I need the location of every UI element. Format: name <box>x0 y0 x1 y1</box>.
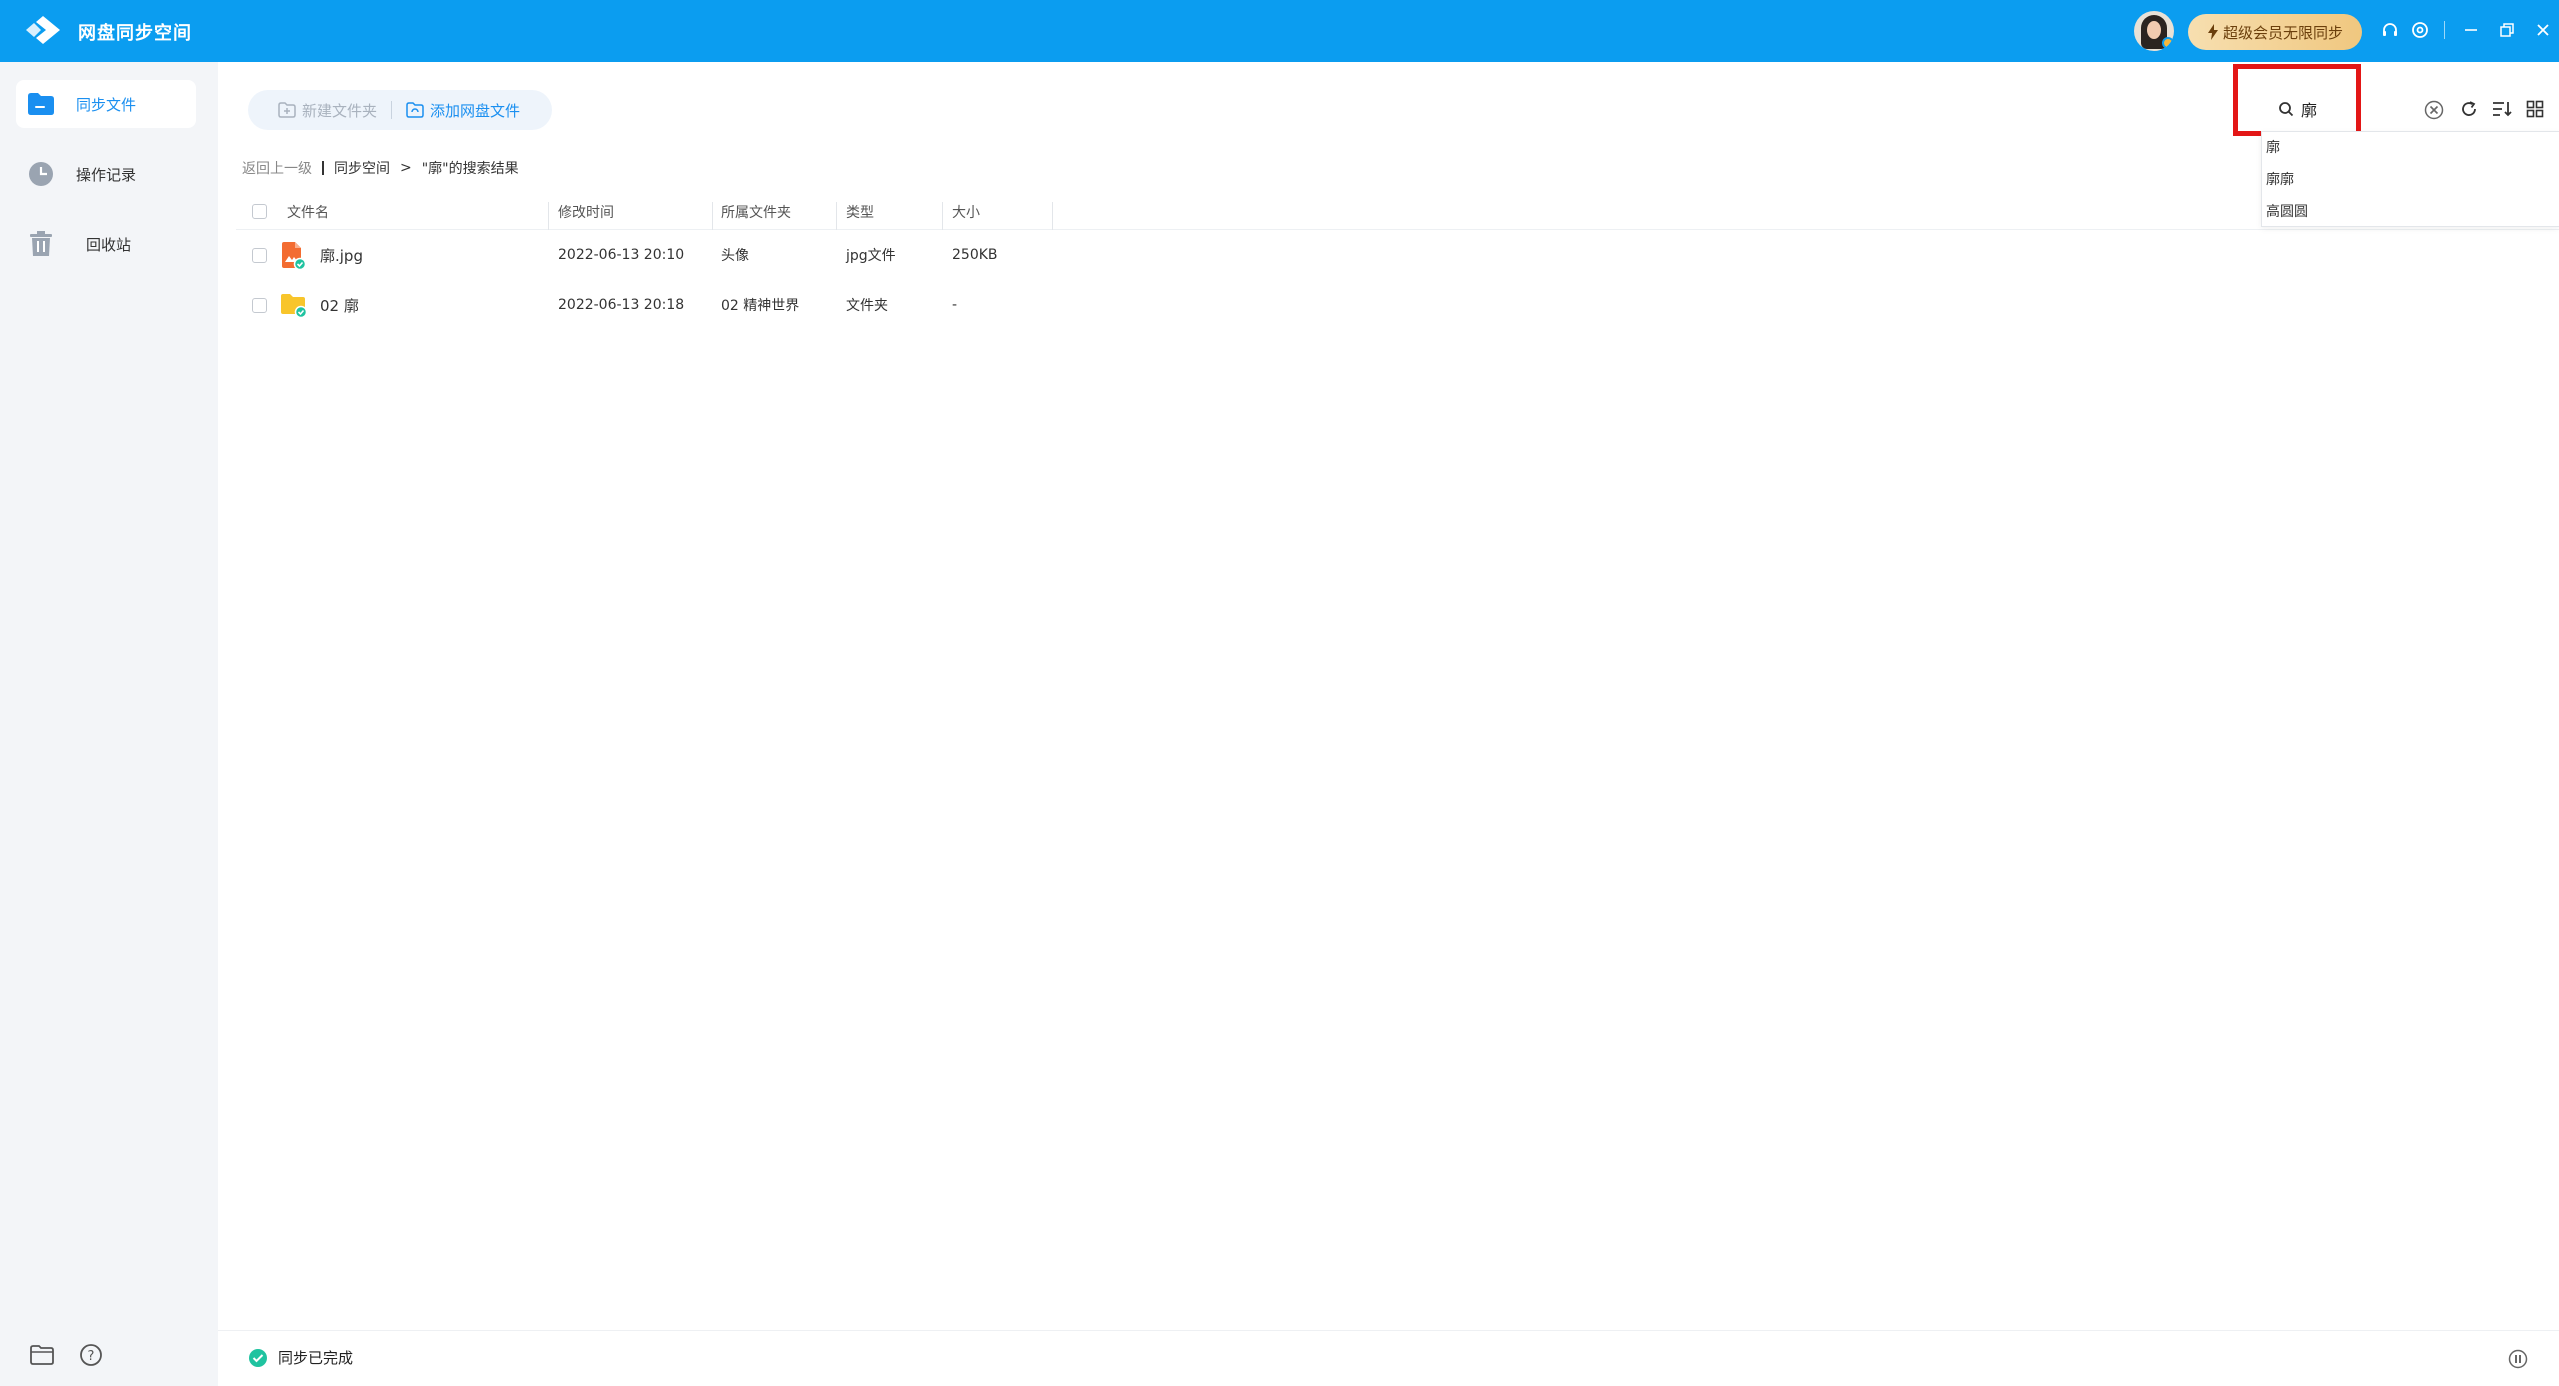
sort-icon[interactable] <box>2492 100 2512 122</box>
app-title: 网盘同步空间 <box>78 23 192 44</box>
column-divider[interactable] <box>942 202 943 230</box>
table-row[interactable]: 廓.jpg 2022-06-13 20:10 头像 jpg文件 250KB <box>236 230 2559 280</box>
help-icon[interactable]: ? <box>80 1344 102 1370</box>
breadcrumb-divider <box>322 161 324 175</box>
column-header-size[interactable]: 大小 <box>952 194 980 229</box>
trash-icon <box>26 229 56 259</box>
file-name[interactable]: 02 廓 <box>320 280 359 330</box>
sync-complete-icon <box>249 1348 267 1367</box>
column-divider[interactable] <box>548 202 549 230</box>
close-icon[interactable] <box>2529 16 2557 44</box>
breadcrumb-arrow: > <box>400 160 412 176</box>
restore-icon[interactable] <box>2493 16 2521 44</box>
file-table: 文件名 修改时间 所属文件夹 类型 大小 廓.jpg 2022-06-13 20… <box>236 194 2559 330</box>
file-size: - <box>952 297 958 313</box>
column-header-name[interactable]: 文件名 <box>287 194 329 229</box>
row-checkbox[interactable] <box>252 297 267 313</box>
add-cloud-file-icon <box>406 102 424 118</box>
suggestion-item[interactable]: 廓廓 <box>2262 164 2559 196</box>
column-header-modified[interactable]: 修改时间 <box>558 194 614 229</box>
sidebar-item-operation-log[interactable]: 操作记录 <box>16 150 196 198</box>
toolbar-divider <box>391 101 393 119</box>
avatar[interactable] <box>2134 11 2174 51</box>
vip-upgrade-button[interactable]: 超级会员无限同步 <box>2188 14 2362 50</box>
row-checkbox[interactable] <box>252 247 267 263</box>
sidebar-item-sync-files[interactable]: 同步文件 <box>16 80 196 128</box>
search-box[interactable] <box>2235 72 2495 128</box>
file-type: jpg文件 <box>846 248 896 264</box>
clock-icon <box>26 159 56 189</box>
refresh-icon[interactable] <box>2460 100 2478 122</box>
svg-text:?: ? <box>88 1349 95 1364</box>
file-folder: 02 精神世界 <box>721 298 800 314</box>
file-modified: 2022-06-13 20:10 <box>558 247 685 263</box>
new-folder-icon <box>278 102 296 118</box>
sidebar-item-recycle-bin[interactable]: 回收站 <box>16 220 196 268</box>
open-folder-icon[interactable] <box>30 1345 54 1369</box>
breadcrumb: 返回上一级 同步空间 > "廓"的搜索结果 <box>242 158 519 178</box>
table-header: 文件名 修改时间 所属文件夹 类型 大小 <box>236 194 2559 230</box>
breadcrumb-current: "廓"的搜索结果 <box>421 161 519 177</box>
column-divider[interactable] <box>1052 202 1053 230</box>
suggestion-item[interactable]: 高圆圆 <box>2262 196 2559 228</box>
new-folder-button[interactable]: 新建文件夹 <box>278 100 377 121</box>
search-suggestions-dropdown: 廓 廓廓 高圆圆 <box>2261 131 2559 227</box>
column-divider[interactable] <box>712 202 713 230</box>
folder-icon <box>280 292 308 319</box>
search-clear-icon[interactable] <box>2424 100 2444 124</box>
lightning-icon <box>2207 24 2218 40</box>
search-input[interactable] <box>2301 96 2381 122</box>
headset-icon[interactable] <box>2376 16 2404 44</box>
column-divider[interactable] <box>836 202 837 230</box>
breadcrumb-root-link[interactable]: 同步空间 <box>334 158 390 178</box>
title-bar: 网盘同步空间 超级会员无限同步 <box>0 0 2559 62</box>
file-size: 250KB <box>952 247 998 263</box>
search-icon <box>2279 102 2294 117</box>
add-cloud-file-button[interactable]: 添加网盘文件 <box>406 100 520 121</box>
sidebar-item-label: 同步文件 <box>76 95 137 114</box>
image-file-icon <box>280 242 307 271</box>
minimize-icon[interactable] <box>2457 16 2485 44</box>
breadcrumb-back-link[interactable]: 返回上一级 <box>242 158 312 178</box>
sidebar-item-label: 操作记录 <box>76 165 137 184</box>
file-folder: 头像 <box>721 248 749 264</box>
vip-label: 超级会员无限同步 <box>2222 23 2343 42</box>
file-type: 文件夹 <box>846 298 888 314</box>
sidebar: 同步文件 操作记录 回收站 ? <box>0 62 218 1386</box>
file-name[interactable]: 廓.jpg <box>320 230 363 280</box>
main-panel: 新建文件夹 添加网盘文件 返回上一级 同步空间 > "廓"的搜索结果 文件名 修… <box>218 62 2559 1386</box>
column-header-folder[interactable]: 所属文件夹 <box>721 194 791 229</box>
toolbar: 新建文件夹 添加网盘文件 <box>248 90 552 130</box>
vip-badge-icon <box>2162 37 2174 49</box>
select-all-checkbox[interactable] <box>252 204 267 219</box>
folder-icon <box>26 89 56 119</box>
app-logo-icon <box>26 16 60 44</box>
settings-icon[interactable] <box>2406 16 2434 44</box>
suggestion-item[interactable]: 廓 <box>2262 132 2559 164</box>
sidebar-item-label: 回收站 <box>86 235 132 254</box>
column-header-type[interactable]: 类型 <box>846 194 874 229</box>
file-modified: 2022-06-13 20:18 <box>558 297 685 313</box>
table-row[interactable]: 02 廓 2022-06-13 20:18 02 精神世界 文件夹 - <box>236 280 2559 330</box>
status-bar: 同步已完成 <box>218 1330 2559 1386</box>
pause-icon[interactable] <box>2508 1349 2528 1373</box>
sync-status-text: 同步已完成 <box>278 1349 354 1367</box>
titlebar-divider <box>2444 21 2445 39</box>
grid-view-icon[interactable] <box>2526 100 2544 122</box>
